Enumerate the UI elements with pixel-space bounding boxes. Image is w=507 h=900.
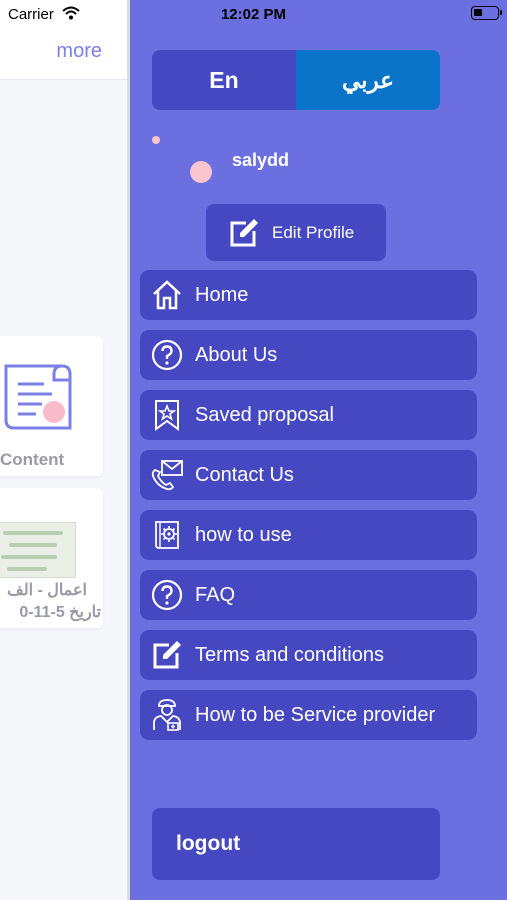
edit-icon xyxy=(150,638,184,672)
background-page: more Content اعمال - الف تاريخ 5-11-0 xyxy=(0,0,128,900)
scroll-document-icon xyxy=(4,364,72,430)
status-bar: Carrier 12:02 PM xyxy=(0,0,507,28)
phone-mail-icon xyxy=(150,458,184,492)
battery-icon xyxy=(471,6,502,20)
edit-profile-label: Edit Profile xyxy=(272,222,355,242)
question-icon xyxy=(150,338,184,372)
menu-item-label: how to use xyxy=(195,523,292,546)
project-card[interactable]: اعمال - الف تاريخ 5-11-0 xyxy=(0,488,103,628)
question-icon xyxy=(150,578,184,612)
menu-item-label: FAQ xyxy=(195,583,236,606)
menu-item-contact-us[interactable]: Contact Us xyxy=(140,450,477,500)
avatar-dot-small xyxy=(152,136,160,144)
menu-item-label: Saved proposal xyxy=(195,403,334,426)
project-date: تاريخ 5-11-0 xyxy=(19,604,101,621)
logout-button[interactable]: logout xyxy=(152,808,440,880)
language-switch: En عربي xyxy=(152,50,440,110)
provider-icon xyxy=(150,698,184,732)
menu-item-label: Contact Us xyxy=(195,463,294,486)
lang-arabic-button[interactable]: عربي xyxy=(296,50,440,110)
project-title: اعمال - الف xyxy=(7,582,87,599)
menu-item-service-provider[interactable]: How to be Service provider xyxy=(140,690,477,740)
menu-item-label: Home xyxy=(195,283,249,306)
project-thumbnail xyxy=(0,522,76,578)
drawer-edge xyxy=(127,0,130,900)
lang-english-button[interactable]: En xyxy=(152,50,296,110)
menu-item-label: About Us xyxy=(195,343,278,366)
book-gear-icon xyxy=(150,518,184,552)
more-link[interactable]: more xyxy=(56,40,102,63)
menu-item-how-to-use[interactable]: how to use xyxy=(140,510,477,560)
menu-item-home[interactable]: Home xyxy=(140,270,477,320)
menu-item-terms[interactable]: Terms and conditions xyxy=(140,630,477,680)
menu-item-label: How to be Service provider xyxy=(195,703,436,726)
content-card[interactable]: Content xyxy=(0,336,103,476)
content-card-label: Content xyxy=(0,450,65,469)
avatar xyxy=(190,161,212,183)
username: salydd xyxy=(232,150,290,170)
menu-item-label: Terms and conditions xyxy=(195,643,384,666)
menu-item-faq[interactable]: FAQ xyxy=(140,570,477,620)
home-icon xyxy=(150,278,184,312)
edit-profile-button[interactable]: Edit Profile xyxy=(206,204,386,261)
menu-item-about-us[interactable]: About Us xyxy=(140,330,477,380)
clock: 12:02 PM xyxy=(220,6,287,23)
menu-item-saved-proposal[interactable]: Saved proposal xyxy=(140,390,477,440)
edit-icon xyxy=(230,218,258,246)
bookmark-star-icon xyxy=(150,398,184,432)
